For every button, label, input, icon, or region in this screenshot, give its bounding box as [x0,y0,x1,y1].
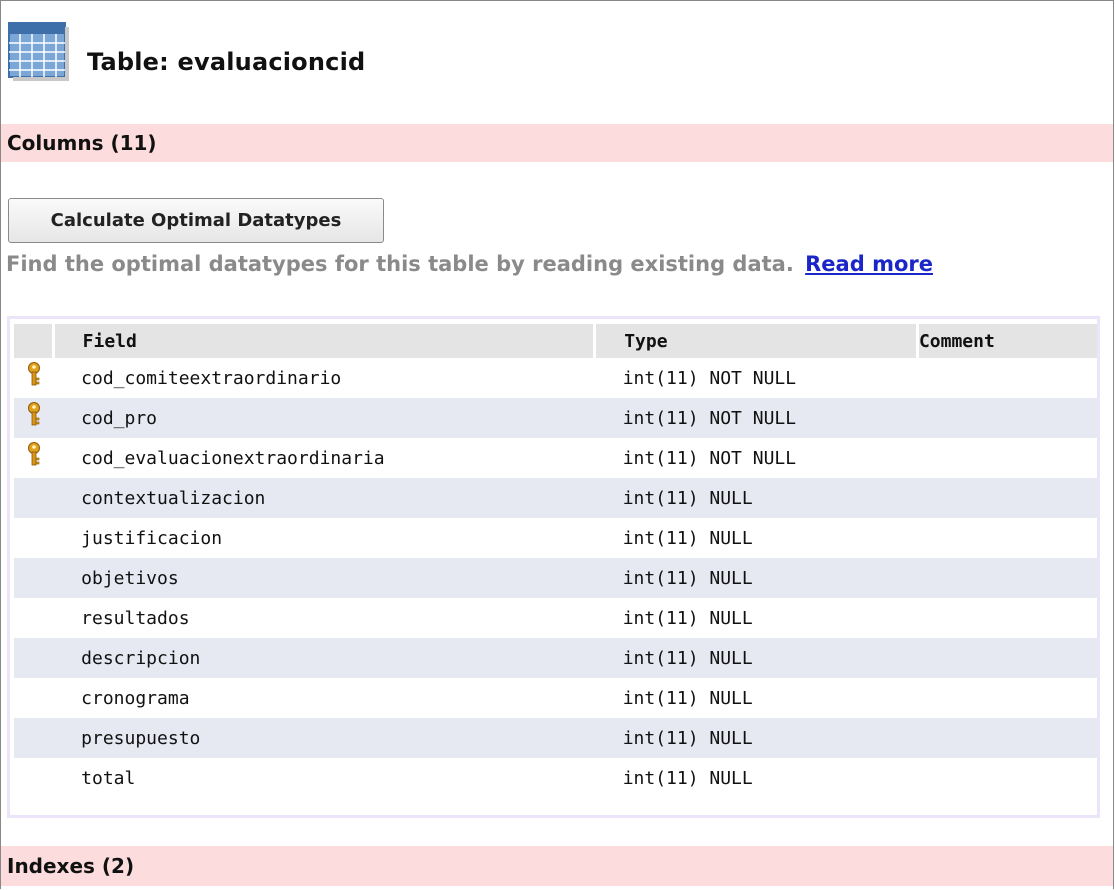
table-row[interactable]: resultados int(11) NULL [14,598,1097,638]
field-name-cell: cod_evaluacionextraordinaria [81,447,385,469]
field-comment-cell [917,438,1097,478]
field-column-header[interactable]: Field [53,324,597,358]
primary-key-icon [27,401,41,428]
field-type-cell: int(11) NULL [594,638,918,678]
title-row: Table: evaluacioncid [7,19,365,83]
columns-table-body: cod_comiteextraordinario int(11) NOT NULL… [14,358,1097,798]
field-type-cell: int(11) NULL [622,607,753,629]
field-name-cell: presupuesto [53,718,595,758]
field-type-cell: int(11) NULL [594,718,918,758]
key-cell [14,358,53,398]
key-cell [14,518,53,558]
field-type-cell: int(11) NOT NULL [622,367,797,389]
field-comment-cell [917,638,1097,678]
field-name-cell: justificacion [81,527,223,549]
field-name-cell: descripcion [53,638,595,678]
indexes-section-heading: Indexes (2) [1,846,1113,886]
key-cell [14,398,54,438]
field-comment-cell [917,358,1097,398]
table-row[interactable]: total int(11) NULL [14,758,1097,798]
field-comment-cell [917,758,1097,798]
field-comment-cell [917,718,1097,758]
field-type-cell: int(11) NULL [622,527,753,549]
field-comment-cell [917,598,1097,638]
field-name-cell: cronograma [81,687,190,709]
field-comment-cell [917,478,1097,518]
field-name-cell: cod_pro [53,398,595,438]
field-comment-cell [917,518,1097,558]
table-row[interactable]: objetivos int(11) NULL [14,558,1097,598]
key-cell [14,478,54,518]
field-name-cell: cod_comiteextraordinario [81,367,342,389]
key-cell [14,558,54,598]
field-type-cell: int(11) NULL [622,767,753,789]
columns-table-container: Field Type Comment cod_comiteextraordina… [7,316,1100,818]
comment-column-header[interactable]: Comment [917,324,1097,358]
field-type-cell: int(11) NULL [594,478,918,518]
hint-text: Find the optimal datatypes for this tabl… [6,252,794,276]
columns-table: Field Type Comment cod_comiteextraordina… [14,324,1097,798]
field-type-cell: int(11) NULL [622,687,753,709]
table-row[interactable]: cod_evaluacionextraordinaria int(11) NOT … [14,438,1097,478]
key-cell [14,438,53,478]
calculate-optimal-datatypes-button[interactable]: Calculate Optimal Datatypes [8,198,384,243]
table-row[interactable]: cod_pro int(11) NOT NULL [14,398,1097,438]
page-title: Table: evaluacioncid [87,48,366,76]
columns-section-heading: Columns (11) [1,124,1113,162]
table-row[interactable]: contextualizacion int(11) NULL [14,478,1097,518]
field-name-cell: resultados [81,607,190,629]
table-row[interactable]: justificacion int(11) NULL [14,518,1097,558]
field-comment-cell [917,558,1097,598]
table-grid-icon [7,21,71,81]
primary-key-icon [27,441,41,468]
key-cell [14,758,53,798]
field-type-cell: int(11) NOT NULL [594,398,918,438]
field-comment-cell [917,398,1097,438]
optimal-datatypes-hint: Find the optimal datatypes for this tabl… [6,252,933,276]
field-type-cell: int(11) NOT NULL [622,447,797,469]
key-cell [14,678,53,718]
field-type-cell: int(11) NULL [594,558,918,598]
field-name-cell: objetivos [53,558,595,598]
table-row[interactable]: descripcion int(11) NULL [14,638,1097,678]
table-row[interactable]: presupuesto int(11) NULL [14,718,1097,758]
key-column-header [14,324,55,358]
primary-key-icon [27,361,41,388]
type-column-header[interactable]: Type [594,324,919,358]
key-cell [14,638,54,678]
field-name-cell: contextualizacion [53,478,595,518]
field-comment-cell [917,678,1097,718]
key-cell [14,598,53,638]
field-name-cell: total [81,767,136,789]
table-row[interactable]: cronograma int(11) NULL [14,678,1097,718]
table-header-row: Field Type Comment [14,324,1097,358]
read-more-link[interactable]: Read more [805,252,933,276]
table-row[interactable]: cod_comiteextraordinario int(11) NOT NULL [14,358,1097,398]
key-cell [14,718,54,758]
